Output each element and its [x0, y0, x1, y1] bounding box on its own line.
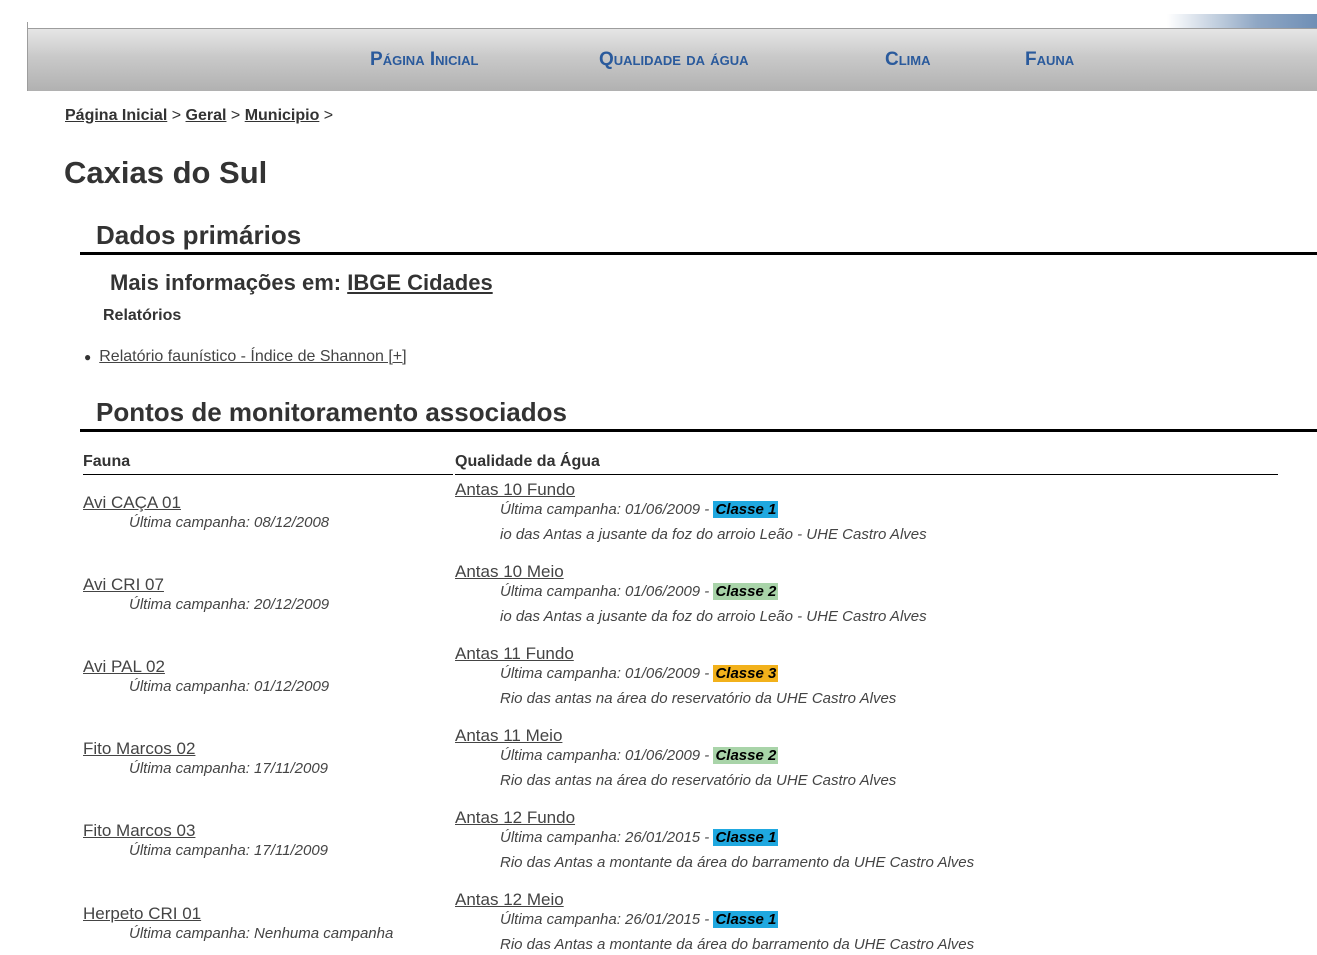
- fauna-list-item: Avi CRI 07 Última campanha: 20/12/2009: [83, 575, 453, 613]
- water-point-link[interactable]: Antas 10 Fundo: [455, 480, 1315, 500]
- fauna-list-item: Avi CAÇA 01 Última campanha: 08/12/2008: [83, 493, 453, 531]
- page-title: Caxias do Sul: [64, 155, 268, 190]
- nav-label-part: ualidade da água: [613, 49, 749, 70]
- class-badge: Classe 2: [713, 747, 779, 764]
- column-header-fauna: Fauna: [83, 453, 131, 470]
- fauna-point-link[interactable]: Herpeto CRI 01: [83, 904, 453, 924]
- last-campaign: Última campanha: 08/12/2008: [129, 514, 330, 531]
- fauna-point-link[interactable]: Avi PAL 02: [83, 657, 453, 677]
- header-decoration: [1167, 14, 1317, 28]
- section-divider: [80, 252, 1317, 255]
- nav-pagina-inicial[interactable]: Página Inicial: [370, 49, 478, 71]
- last-campaign: Última campanha: 01/06/2009 - Classe 1: [500, 501, 1315, 518]
- point-description: io das Antas a jusante da foz do arroio …: [500, 526, 927, 543]
- last-campaign-text: Última campanha: 26/01/2015 -: [500, 911, 710, 928]
- nav-label-part: C: [885, 49, 899, 70]
- nav-label-part: P: [370, 49, 383, 70]
- water-list-item: Antas 11 Fundo Última campanha: 01/06/20…: [455, 644, 1315, 707]
- water-list-item: Antas 12 Fundo Última campanha: 26/01/20…: [455, 808, 1315, 871]
- water-point-link[interactable]: Antas 11 Fundo: [455, 644, 1315, 664]
- point-description: Rio das Antas a montante da área do barr…: [500, 854, 975, 871]
- class-badge: Classe 1: [713, 911, 779, 928]
- water-list-item: Antas 10 Fundo Última campanha: 01/06/20…: [455, 480, 1315, 543]
- fauna-point-link[interactable]: Fito Marcos 02: [83, 739, 453, 759]
- fauna-list-item: Fito Marcos 03 Última campanha: 17/11/20…: [83, 821, 453, 859]
- fauna-point-link[interactable]: Avi CRI 07: [83, 575, 453, 595]
- last-campaign: Última campanha: 01/06/2009 - Classe 2: [500, 583, 1315, 600]
- last-campaign: Última campanha: 17/11/2009: [129, 760, 329, 777]
- reports-label: Relatórios: [103, 307, 182, 324]
- last-campaign: Última campanha: 20/12/2009: [129, 596, 330, 613]
- last-campaign-text: Última campanha: 26/01/2015 -: [500, 829, 710, 846]
- nav-label-part: Q: [599, 49, 614, 70]
- nav-label-part: lima: [898, 49, 931, 70]
- breadcrumb-link-geral[interactable]: Geral: [186, 107, 227, 124]
- breadcrumb-link-municipio[interactable]: Municipio: [245, 107, 320, 124]
- last-campaign-text: Última campanha: 01/06/2009 -: [500, 747, 710, 764]
- class-badge: Classe 2: [713, 583, 779, 600]
- nav-clima[interactable]: Clima: [885, 49, 931, 71]
- point-description: Rio das antas na área do reservatório da…: [500, 690, 897, 707]
- bullet-icon: ●: [84, 350, 92, 364]
- column-header-water: Qualidade da Água: [455, 453, 600, 470]
- report-list-item: ● Relatório faunístico - Índice de Shanno…: [84, 348, 407, 366]
- more-info: Mais informações em: IBGE Cidades: [110, 270, 493, 296]
- last-campaign: Última campanha: Nenhuma campanha: [129, 925, 394, 942]
- breadcrumb-separator: >: [171, 107, 182, 124]
- class-badge: Classe 3: [713, 665, 779, 682]
- fauna-list-item: Herpeto CRI 01 Última campanha: Nenhuma …: [83, 904, 453, 942]
- point-description: Rio das antas na área do reservatório da…: [500, 772, 897, 789]
- fauna-list-item: Avi PAL 02 Última campanha: 01/12/2009: [83, 657, 453, 695]
- water-list-item: Antas 11 Meio Última campanha: 01/06/200…: [455, 726, 1315, 789]
- nav-qualidade-da-agua[interactable]: Qualidade da água: [599, 49, 749, 71]
- nav-edge: [27, 22, 28, 91]
- column-divider: [455, 474, 1278, 475]
- nav-label-part: nicial: [435, 49, 479, 70]
- nav-fauna[interactable]: Fauna: [1025, 49, 1074, 71]
- water-point-link[interactable]: Antas 11 Meio: [455, 726, 1315, 746]
- main-nav: Página Inicial Qualidade da água Clima F…: [27, 22, 1317, 91]
- breadcrumb-separator: >: [323, 107, 334, 124]
- fauna-list-item: Fito Marcos 02 Última campanha: 17/11/20…: [83, 739, 453, 777]
- class-badge: Classe 1: [713, 501, 779, 518]
- last-campaign: Última campanha: 01/06/2009 - Classe 3: [500, 665, 1315, 682]
- nav-label-part: ágina: [382, 49, 430, 70]
- point-description: io das Antas a jusante da foz do arroio …: [500, 608, 927, 625]
- breadcrumb-separator: >: [230, 107, 241, 124]
- water-list-item: Antas 10 Meio Última campanha: 01/06/200…: [455, 562, 1315, 625]
- water-point-link[interactable]: Antas 12 Meio: [455, 890, 1315, 910]
- point-description: Rio das Antas a montante da área do barr…: [500, 936, 975, 953]
- section-heading-monitoring: Pontos de monitoramento associados: [96, 397, 567, 427]
- last-campaign-text: Última campanha: 01/06/2009 -: [500, 583, 710, 600]
- last-campaign: Última campanha: 17/11/2009: [129, 842, 329, 859]
- last-campaign-text: Última campanha: 01/06/2009 -: [500, 501, 710, 518]
- water-point-link[interactable]: Antas 10 Meio: [455, 562, 1315, 582]
- nav-label-part: F: [1025, 49, 1037, 70]
- more-info-label: Mais informações em:: [110, 270, 342, 295]
- fauna-point-link[interactable]: Fito Marcos 03: [83, 821, 453, 841]
- last-campaign: Última campanha: 01/06/2009 - Classe 2: [500, 747, 1315, 764]
- ibge-cidades-link[interactable]: IBGE Cidades: [347, 270, 492, 295]
- top-strip: [0, 0, 1317, 28]
- nav-label-part: auna: [1036, 49, 1075, 70]
- breadcrumb: Página Inicial > Geral > Municipio >: [65, 107, 333, 125]
- section-divider: [80, 429, 1317, 432]
- water-list-item: Antas 12 Meio Última campanha: 26/01/201…: [455, 890, 1315, 953]
- last-campaign: Última campanha: 01/12/2009: [129, 678, 330, 695]
- class-badge: Classe 1: [713, 829, 779, 846]
- last-campaign-text: Última campanha: 01/06/2009 -: [500, 665, 710, 682]
- water-point-link[interactable]: Antas 12 Fundo: [455, 808, 1315, 828]
- last-campaign: Última campanha: 26/01/2015 - Classe 1: [500, 829, 1315, 846]
- breadcrumb-link-home[interactable]: Página Inicial: [65, 107, 167, 124]
- fauna-point-link[interactable]: Avi CAÇA 01: [83, 493, 453, 513]
- column-divider: [83, 474, 453, 475]
- last-campaign: Última campanha: 26/01/2015 - Classe 1: [500, 911, 1315, 928]
- report-link[interactable]: Relatório faunístico - Índice de Shannon…: [99, 348, 406, 365]
- section-heading-primary: Dados primários: [96, 220, 302, 250]
